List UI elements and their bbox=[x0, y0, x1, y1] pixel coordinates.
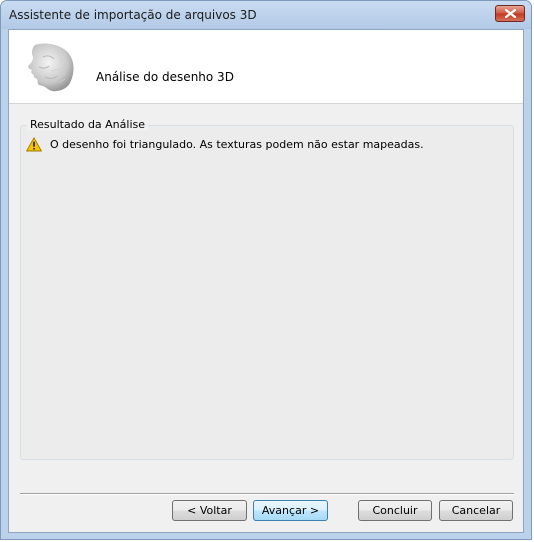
wizard-client-area: Análise do desenho 3D Resultado da Análi… bbox=[8, 29, 524, 533]
page-heading: Análise do desenho 3D bbox=[96, 70, 234, 84]
analysis-message: O desenho foi triangulado. As texturas p… bbox=[50, 138, 424, 151]
group-legend: Resultado da Análise bbox=[27, 118, 149, 131]
next-button[interactable]: Avançar > bbox=[253, 500, 328, 521]
back-button[interactable]: < Voltar bbox=[172, 500, 247, 521]
button-separator bbox=[20, 493, 514, 495]
3d-head-model-icon bbox=[28, 43, 74, 92]
wizard-header: Análise do desenho 3D bbox=[9, 30, 523, 104]
import-wizard-window: Assistente de importação de arquivos 3D bbox=[0, 0, 532, 540]
close-icon bbox=[505, 9, 516, 18]
analysis-message-row: O desenho foi triangulado. As texturas p… bbox=[26, 137, 424, 152]
close-button[interactable] bbox=[495, 5, 525, 22]
analysis-result-group: Resultado da Análise O desenho foi trian… bbox=[20, 118, 514, 460]
finish-button[interactable]: Concluir bbox=[358, 500, 432, 521]
warning-icon bbox=[26, 137, 42, 152]
window-title: Assistente de importação de arquivos 3D bbox=[9, 8, 257, 22]
title-bar[interactable]: Assistente de importação de arquivos 3D bbox=[1, 1, 531, 29]
cancel-button[interactable]: Cancelar bbox=[439, 500, 513, 521]
